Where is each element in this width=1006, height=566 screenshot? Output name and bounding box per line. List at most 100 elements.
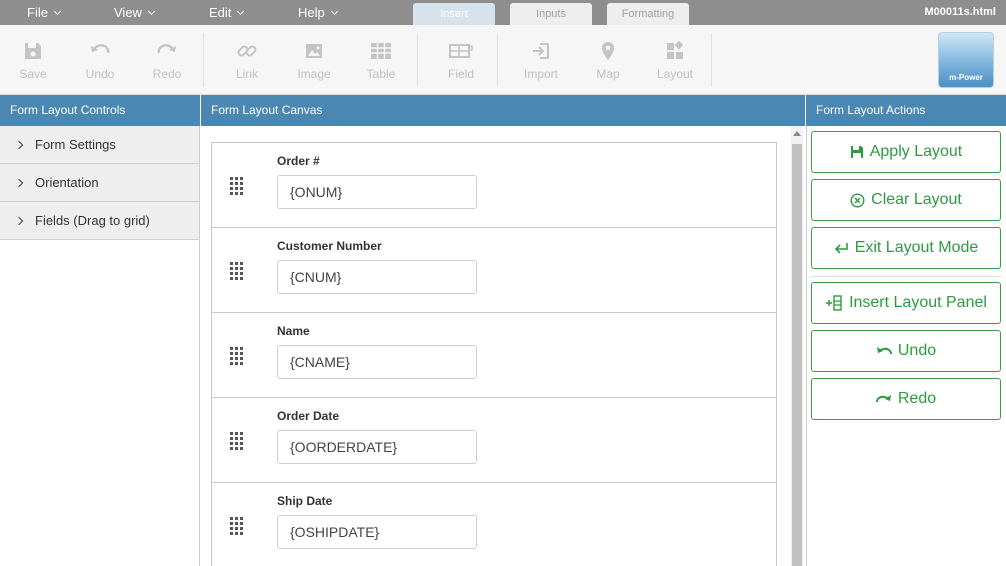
chevron-down-icon	[147, 7, 155, 15]
layout-icon	[667, 41, 684, 59]
field-label: Customer Number	[277, 239, 382, 253]
field-block-oorderdate[interactable]: Order Date	[211, 397, 777, 483]
logo-text: m-Power	[949, 73, 983, 82]
canvas-scrollbar[interactable]	[791, 126, 803, 566]
image-button[interactable]: Image	[284, 25, 344, 95]
chevron-down-icon	[237, 7, 245, 15]
layout-button[interactable]: Layout	[645, 25, 705, 95]
apply-layout-label: Apply Layout	[869, 143, 963, 160]
toolbar: Save Undo Redo Link Image Table Field Im…	[0, 25, 1006, 95]
insert-panel-icon	[826, 295, 842, 311]
tab-insert[interactable]: Insert	[413, 3, 495, 25]
undo-label: Undo	[897, 342, 937, 359]
undo-button[interactable]: Undo	[811, 330, 1001, 372]
menu-help[interactable]: Help	[298, 5, 338, 20]
apply-layout-button[interactable]: Apply Layout	[811, 131, 1001, 173]
image-icon	[306, 44, 322, 58]
redo-icon	[875, 395, 891, 403]
layout-label: Layout	[656, 67, 694, 81]
chevron-right-icon	[14, 140, 24, 149]
menu-edit-label: Edit	[209, 5, 232, 20]
field-icon	[449, 44, 473, 58]
scrollbar-thumb[interactable]	[792, 144, 802, 566]
import-icon	[533, 43, 549, 59]
accordion-label: Orientation	[35, 175, 99, 190]
chevron-right-icon	[14, 178, 24, 187]
field-input-oshipdate[interactable]	[277, 515, 477, 549]
field-block-cnum[interactable]: Customer Number	[211, 227, 777, 313]
link-button[interactable]: Link	[217, 25, 277, 95]
field-input-oorderdate[interactable]	[277, 430, 477, 464]
redo-button[interactable]: Redo	[811, 378, 1001, 420]
drag-handle-icon[interactable]	[230, 262, 246, 280]
field-block-cname[interactable]: Name	[211, 312, 777, 398]
tab-formatting[interactable]: Formatting	[607, 3, 689, 25]
insert-layout-panel-button[interactable]: Insert Layout Panel	[811, 282, 1001, 324]
actions-divider	[811, 276, 1001, 277]
save-icon	[25, 43, 41, 59]
drag-handle-icon[interactable]	[230, 517, 246, 535]
form-layout-actions-header: Form Layout Actions	[806, 95, 1006, 126]
scroll-up-arrow-icon[interactable]	[793, 131, 801, 136]
form-layout-canvas-header: Form Layout Canvas	[201, 95, 805, 126]
drag-handle-icon[interactable]	[230, 432, 246, 450]
map-marker-icon	[602, 42, 614, 60]
exit-layout-mode-button[interactable]: Exit Layout Mode	[811, 227, 1001, 269]
chevron-down-icon	[53, 7, 61, 15]
undo-icon	[876, 347, 892, 355]
link-icon	[237, 45, 257, 57]
map-button[interactable]: Map	[578, 25, 638, 95]
save-button[interactable]: Save	[3, 25, 63, 95]
field-label: Field	[447, 67, 474, 81]
insert-layout-panel-label: Insert Layout Panel	[849, 294, 987, 311]
tab-inputs[interactable]: Inputs	[510, 3, 592, 25]
table-label: Table	[366, 67, 396, 81]
return-arrow-icon	[834, 242, 848, 254]
undo-label: Undo	[85, 67, 115, 81]
menu-file[interactable]: File	[27, 5, 61, 20]
import-label: Import	[523, 67, 558, 81]
accordion-fields[interactable]: Fields (Drag to grid)	[0, 202, 199, 240]
undo-toolbar-button[interactable]: Undo	[70, 25, 130, 95]
m-power-logo: m-Power	[938, 32, 994, 88]
field-button[interactable]: Field	[431, 25, 491, 95]
menu-help-label: Help	[298, 5, 325, 20]
menu-bar: File View Edit Help Insert Inputs Format…	[0, 0, 1006, 25]
save-label: Save	[19, 67, 47, 81]
chevron-right-icon	[14, 216, 24, 225]
form-layout-actions-panel: Apply Layout Clear Layout Exit Layout Mo…	[806, 126, 1006, 566]
accordion-label: Fields (Drag to grid)	[35, 213, 150, 228]
clear-layout-button[interactable]: Clear Layout	[811, 179, 1001, 221]
menu-edit[interactable]: Edit	[209, 5, 245, 20]
field-block-onum[interactable]: Order #	[211, 142, 777, 228]
accordion-form-settings[interactable]: Form Settings	[0, 126, 199, 164]
clear-layout-label: Clear Layout	[871, 191, 962, 208]
field-block-oshipdate[interactable]: Ship Date	[211, 482, 777, 566]
table-icon	[371, 43, 391, 59]
save-icon	[850, 146, 863, 158]
field-label: Order Date	[277, 409, 340, 423]
redo-toolbar-button[interactable]: Redo	[137, 25, 197, 95]
chevron-down-icon	[330, 7, 338, 15]
field-label: Ship Date	[277, 494, 333, 508]
map-label: Map	[596, 67, 620, 81]
redo-label: Redo	[897, 390, 937, 407]
accordion-orientation[interactable]: Orientation	[0, 164, 199, 202]
exit-layout-mode-label: Exit Layout Mode	[854, 239, 979, 256]
drag-handle-icon[interactable]	[230, 347, 246, 365]
image-label: Image	[297, 67, 331, 81]
field-input-onum[interactable]	[277, 175, 477, 209]
menu-view-label: View	[114, 5, 142, 20]
form-layout-controls-panel: Form Settings Orientation Fields (Drag t…	[0, 126, 200, 566]
form-layout-controls-header: Form Layout Controls	[0, 95, 200, 126]
undo-icon	[91, 44, 110, 54]
menu-view[interactable]: View	[114, 5, 155, 20]
field-input-cnum[interactable]	[277, 260, 477, 294]
circle-x-icon	[850, 192, 865, 208]
link-label: Link	[235, 67, 258, 81]
table-button[interactable]: Table	[351, 25, 411, 95]
redo-label: Redo	[152, 67, 182, 81]
field-input-cname[interactable]	[277, 345, 477, 379]
import-button[interactable]: Import	[511, 25, 571, 95]
drag-handle-icon[interactable]	[230, 177, 246, 195]
